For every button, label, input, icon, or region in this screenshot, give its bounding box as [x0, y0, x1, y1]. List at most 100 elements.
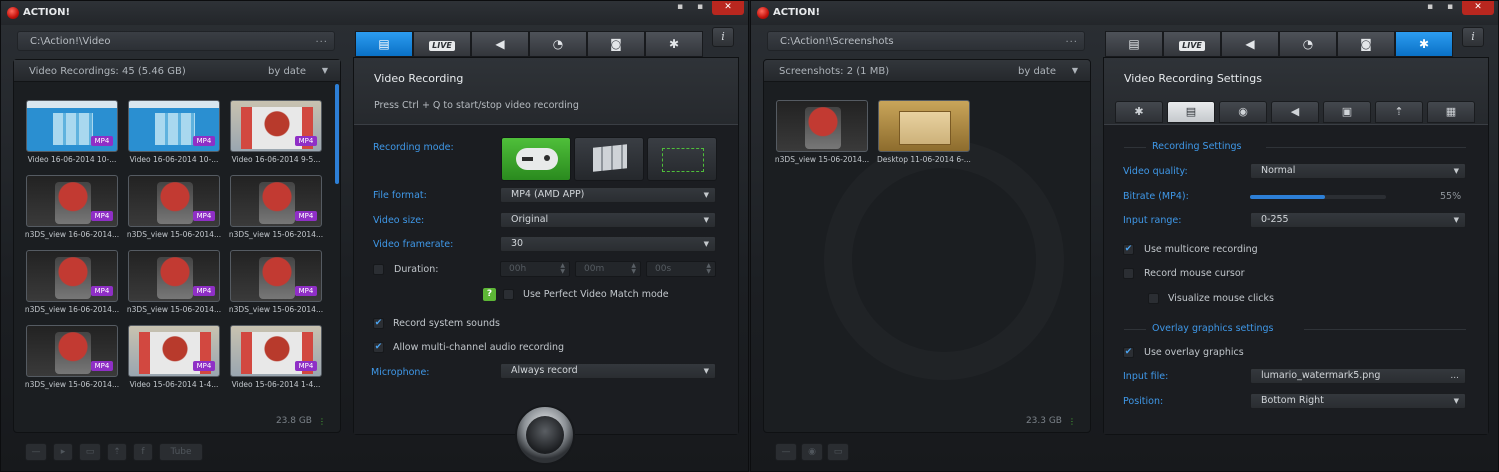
- browse-folder-button[interactable]: ...: [315, 34, 328, 45]
- subtab-display[interactable]: ▣: [1323, 101, 1371, 123]
- folder-path-bar[interactable]: C:\Action!\Video ...: [17, 31, 335, 51]
- multicore-checkbox[interactable]: ✔: [1123, 244, 1134, 255]
- help-icon[interactable]: ?: [483, 288, 496, 301]
- subtab-audio[interactable]: ◀: [1271, 101, 1319, 123]
- subtab-general[interactable]: ✱: [1115, 101, 1163, 123]
- folder-icon[interactable]: ▭: [827, 443, 849, 461]
- record-button[interactable]: [515, 405, 575, 465]
- thumbnail[interactable]: MP4: [26, 175, 118, 227]
- thumbnail[interactable]: MP4: [230, 325, 322, 377]
- subtab-hotkeys[interactable]: ▦: [1427, 101, 1475, 123]
- tab-live[interactable]: LIVE: [1163, 31, 1221, 57]
- action-window-video: ACTION! ▪ ▪ ✕ C:\Action!\Video ... Video…: [0, 0, 749, 472]
- thumbnail[interactable]: [776, 100, 868, 152]
- facebook-icon[interactable]: f: [133, 443, 153, 461]
- title-bar: ACTION! ▪ ▪ ✕: [1, 1, 748, 25]
- thumbnail[interactable]: MP4: [128, 325, 220, 377]
- video-size-dropdown[interactable]: Original ▼: [500, 212, 716, 228]
- tab-live[interactable]: LIVE: [413, 31, 471, 57]
- info-button[interactable]: i: [712, 27, 734, 47]
- use-overlay-checkbox[interactable]: ✔: [1123, 347, 1134, 358]
- stepper-icon[interactable]: ▲ ▼: [560, 263, 565, 275]
- thumbnail[interactable]: MP4: [128, 175, 220, 227]
- tab-screenshot[interactable]: ◙: [1337, 31, 1395, 57]
- mouse-cursor-checkbox[interactable]: [1123, 268, 1134, 279]
- thumbnail[interactable]: [878, 100, 970, 152]
- list-scrollbar[interactable]: [335, 84, 339, 184]
- subtab-upload[interactable]: ⇡: [1375, 101, 1423, 123]
- format-badge: MP4: [295, 136, 317, 146]
- tab-benchmark[interactable]: ◔: [1279, 31, 1337, 57]
- delete-button[interactable]: —: [25, 443, 47, 461]
- format-badge: MP4: [295, 361, 317, 371]
- thumbnail[interactable]: MP4: [230, 175, 322, 227]
- youtube-button[interactable]: Tube: [159, 443, 203, 461]
- input-range-dropdown[interactable]: 0-255 ▼: [1250, 212, 1466, 228]
- chevron-down-icon[interactable]: ▼: [322, 66, 328, 75]
- close-button[interactable]: ✕: [1462, 1, 1494, 15]
- panel-title: Video Recording: [374, 72, 464, 85]
- main-tabs: ▤ LIVE ◀ ◔ ◙ ✱: [1105, 31, 1455, 57]
- tab-video[interactable]: ▤: [355, 31, 413, 57]
- chevron-down-icon[interactable]: ▼: [1072, 66, 1078, 75]
- thumbnail-label: Video 16-06-2014 9-5...: [231, 155, 321, 164]
- subtab-webcam[interactable]: ◉: [1219, 101, 1267, 123]
- bitrate-slider[interactable]: [1250, 195, 1386, 199]
- info-button[interactable]: i: [1462, 27, 1484, 47]
- browse-folder-button[interactable]: ...: [1065, 34, 1078, 45]
- mode-region-button[interactable]: [647, 137, 717, 181]
- view-icon[interactable]: ◉: [801, 443, 823, 461]
- input-file-field[interactable]: lumario_watermark5.png...: [1250, 368, 1466, 384]
- duration-minutes[interactable]: 00m ▲ ▼: [575, 261, 641, 277]
- thumbnail[interactable]: MP4: [230, 100, 322, 152]
- browse-file-button[interactable]: ...: [1450, 369, 1459, 383]
- perfect-match-checkbox[interactable]: [503, 289, 514, 300]
- multichannel-checkbox[interactable]: ✔: [373, 342, 384, 353]
- maximize-button[interactable]: ▪: [690, 1, 710, 15]
- mouse-clicks-checkbox[interactable]: [1148, 293, 1159, 304]
- tab-audio[interactable]: ◀: [1221, 31, 1279, 57]
- minimize-button[interactable]: ▪: [670, 1, 690, 15]
- close-button[interactable]: ✕: [712, 1, 744, 15]
- tab-screenshot[interactable]: ◙: [587, 31, 645, 57]
- position-dropdown[interactable]: Bottom Right ▼: [1250, 393, 1466, 409]
- maximize-button[interactable]: ▪: [1440, 1, 1460, 15]
- delete-button[interactable]: —: [775, 443, 797, 461]
- folder-path: C:\Action!\Screenshots: [780, 36, 894, 47]
- thumbnail[interactable]: MP4: [128, 250, 220, 302]
- folder-icon[interactable]: ▭: [79, 443, 101, 461]
- video-quality-dropdown[interactable]: Normal ▼: [1250, 163, 1466, 179]
- stepper-icon[interactable]: ▲ ▼: [631, 263, 636, 275]
- tab-video[interactable]: ▤: [1105, 31, 1163, 57]
- subtab-video[interactable]: ▤: [1167, 101, 1215, 123]
- video-size-value: Original: [511, 214, 549, 225]
- microphone-dropdown[interactable]: Always record ▼: [500, 363, 716, 379]
- play-icon[interactable]: ▸: [53, 443, 73, 461]
- thumbnail[interactable]: MP4: [128, 100, 220, 152]
- duration-checkbox[interactable]: [373, 264, 384, 275]
- speaker-icon: ◀: [1245, 37, 1255, 51]
- sort-dropdown[interactable]: by date: [268, 66, 306, 77]
- mouse-clicks-label: Visualize mouse clicks: [1168, 293, 1274, 304]
- tab-audio[interactable]: ◀: [471, 31, 529, 57]
- minimize-button[interactable]: ▪: [1420, 1, 1440, 15]
- file-format-dropdown[interactable]: MP4 (AMD APP) ▼: [500, 187, 716, 203]
- sort-dropdown[interactable]: by date: [1018, 66, 1056, 77]
- mode-desktop-button[interactable]: [574, 137, 644, 181]
- thumbnail[interactable]: MP4: [26, 325, 118, 377]
- upload-icon[interactable]: ⇡: [107, 443, 127, 461]
- thumbnail[interactable]: MP4: [26, 250, 118, 302]
- tab-settings[interactable]: ✱: [645, 31, 703, 57]
- duration-seconds[interactable]: 00s ▲ ▼: [646, 261, 716, 277]
- framerate-dropdown[interactable]: 30 ▼: [500, 236, 716, 252]
- tab-settings[interactable]: ✱: [1395, 31, 1453, 57]
- thumbnail[interactable]: MP4: [26, 100, 118, 152]
- thumbnail[interactable]: MP4: [230, 250, 322, 302]
- folder-path-bar[interactable]: C:\Action!\Screenshots ...: [767, 31, 1085, 51]
- live-icon: LIVE: [1179, 41, 1205, 51]
- stepper-icon[interactable]: ▲ ▼: [706, 263, 711, 275]
- duration-hours[interactable]: 00h ▲ ▼: [500, 261, 570, 277]
- mode-game-button[interactable]: [501, 137, 571, 181]
- system-sounds-checkbox[interactable]: ✔: [373, 318, 384, 329]
- tab-benchmark[interactable]: ◔: [529, 31, 587, 57]
